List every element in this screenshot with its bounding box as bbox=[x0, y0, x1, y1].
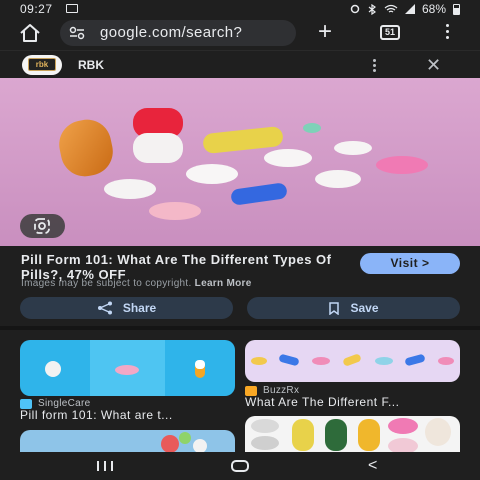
tab-switcher-icon[interactable]: 51 bbox=[380, 25, 400, 40]
site-name: RBK bbox=[78, 58, 104, 72]
learn-more-link[interactable]: Learn More bbox=[195, 278, 252, 289]
battery-percent: 68% bbox=[421, 2, 446, 16]
save-button[interactable]: Save bbox=[247, 297, 460, 319]
related-image-4[interactable] bbox=[245, 416, 460, 452]
singlecare-logo-icon bbox=[20, 398, 32, 409]
wifi-icon bbox=[384, 4, 398, 13]
site-logo: rbk bbox=[22, 55, 62, 75]
divider bbox=[0, 326, 480, 330]
related-title-1[interactable]: Pill form 101: What are t... bbox=[20, 408, 173, 422]
lens-icon bbox=[34, 218, 50, 234]
share-button[interactable]: Share bbox=[20, 297, 233, 319]
back-icon[interactable]: < bbox=[368, 457, 377, 475]
clock: 09:27 bbox=[20, 2, 53, 16]
related-image-2[interactable] bbox=[245, 340, 460, 382]
url-text[interactable]: google.com/search? bbox=[100, 24, 290, 41]
home-icon[interactable] bbox=[18, 22, 42, 44]
alarm-icon bbox=[350, 4, 360, 14]
pills-photo bbox=[0, 78, 480, 246]
bluetooth-icon bbox=[368, 3, 376, 15]
image-icon bbox=[66, 4, 78, 13]
related-image-3[interactable] bbox=[20, 430, 235, 452]
related-image-1[interactable] bbox=[20, 340, 235, 396]
buzzrx-logo-icon bbox=[245, 385, 257, 396]
result-panel-header: rbk RBK ✕ bbox=[0, 50, 480, 78]
recent-apps-icon[interactable] bbox=[97, 461, 113, 471]
result-image[interactable] bbox=[0, 78, 480, 246]
bookmark-icon bbox=[329, 301, 340, 315]
browser-toolbar: google.com/search? + 51 bbox=[0, 18, 480, 48]
battery-icon bbox=[453, 4, 460, 15]
address-bar[interactable]: google.com/search? bbox=[60, 20, 296, 46]
site-settings-icon[interactable] bbox=[69, 26, 85, 40]
share-label: Share bbox=[122, 301, 157, 315]
status-bar: 09:27 68% bbox=[0, 0, 480, 18]
visit-button[interactable]: Visit > bbox=[360, 253, 460, 274]
lens-search-button[interactable] bbox=[20, 214, 65, 238]
more-options-icon[interactable] bbox=[373, 59, 377, 74]
new-tab-icon[interactable]: + bbox=[318, 20, 332, 44]
related-title-2[interactable]: What Are The Different F... bbox=[245, 395, 399, 409]
system-nav-bar: < bbox=[0, 452, 480, 480]
signal-icon bbox=[404, 4, 415, 14]
copyright-notice: Images may be subject to copyright. Lear… bbox=[21, 278, 252, 289]
nav-home-icon[interactable] bbox=[231, 460, 249, 472]
menu-icon[interactable] bbox=[446, 24, 450, 42]
status-icons: 68% bbox=[350, 2, 446, 16]
save-label: Save bbox=[350, 301, 379, 315]
close-icon[interactable]: ✕ bbox=[426, 55, 441, 76]
share-icon bbox=[97, 301, 112, 315]
